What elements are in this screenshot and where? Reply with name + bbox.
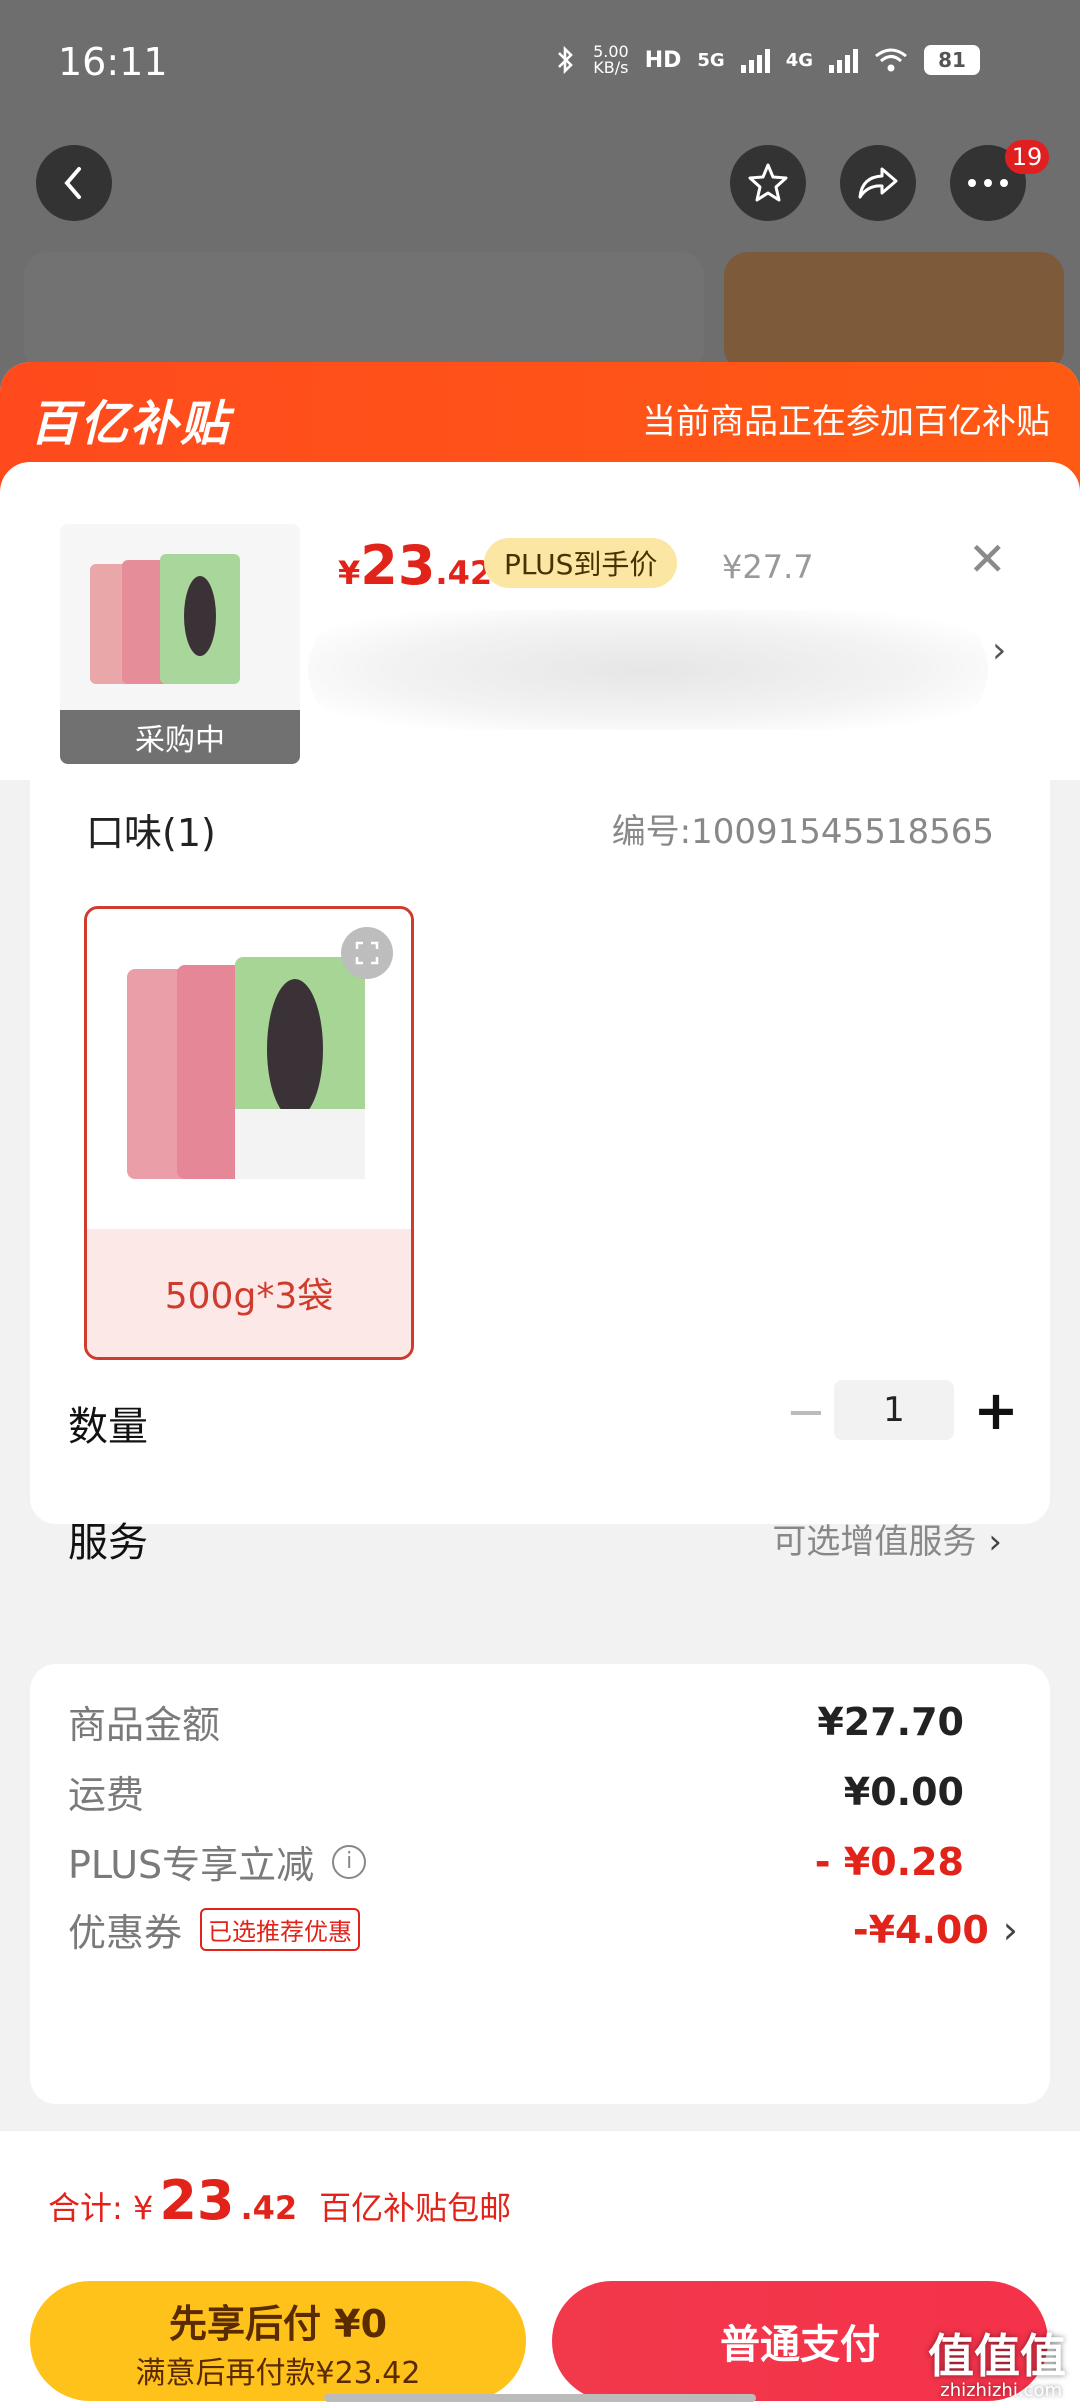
chevron-right-icon: ›	[988, 1522, 1002, 1562]
chevron-right-icon[interactable]: ›	[992, 630, 1006, 671]
subsidy-logo: 百亿补贴	[30, 396, 231, 452]
star-icon	[748, 163, 788, 202]
home-indicator[interactable]	[324, 2394, 756, 2402]
quantity-plus-button[interactable]: +	[966, 1379, 1026, 1442]
signal-icon-2	[829, 47, 858, 73]
summary-row-shipping: 运费 ¥0.00	[68, 1769, 964, 1818]
status-icons: 5.00 KB/s HD 5G 4G 81	[555, 44, 980, 76]
original-price: ¥27.7	[722, 548, 814, 586]
product-thumbnail[interactable]: 采购中	[60, 524, 300, 764]
summary-row-coupon[interactable]: 优惠券 已选推荐优惠 -¥4.00 ›	[68, 1902, 1018, 1957]
subsidy-description: 当前商品正在参加百亿补贴	[642, 402, 1050, 442]
expand-icon[interactable]	[341, 927, 393, 979]
summary-row-plus-discount: PLUS专享立减 i - ¥0.28	[68, 1839, 964, 1888]
favorite-button[interactable]	[730, 145, 806, 221]
spec-option-label: 500g*3袋	[87, 1229, 411, 1357]
watermark-logo: 值值值	[928, 2329, 1066, 2383]
status-bar: 16:11 5.00 KB/s HD 5G 4G 81	[0, 0, 1080, 120]
flavor-title: 口味(1)	[86, 811, 216, 855]
battery-icon: 81	[924, 45, 980, 75]
service-selector[interactable]: 可选增值服务 ›	[772, 1514, 1002, 1563]
chevron-left-icon	[64, 167, 81, 199]
status-time: 16:11	[58, 40, 168, 84]
chevron-right-icon: ›	[1002, 1907, 1018, 1952]
product-title-blurred	[308, 610, 988, 730]
pay-later-button[interactable]: 先享后付 ¥0 满意后再付款¥23.42	[30, 2281, 526, 2401]
share-icon	[858, 167, 898, 199]
background-card	[24, 252, 704, 372]
product-number: 编号:10091545518565	[611, 812, 994, 852]
signal-icon	[740, 47, 770, 73]
close-icon[interactable]: ✕	[968, 532, 1007, 586]
hd-icon: HD	[644, 47, 682, 73]
network-speed: 5.00 KB/s	[593, 42, 629, 77]
watermark-url: zhizhizhi.com	[940, 2380, 1062, 2401]
coupon-tag: 已选推荐优惠	[200, 1908, 361, 1951]
purchase-sheet: 百亿补贴 当前商品正在参加百亿补贴 采购中 ¥23.42 PLUS到手价 ¥27…	[0, 362, 1080, 2408]
product-header: 采购中 ¥23.42 PLUS到手价 ¥27.7 ✕ ›	[0, 462, 1080, 780]
more-badge: 19	[1005, 140, 1049, 174]
service-label: 服务	[68, 1520, 148, 1566]
more-dots-icon	[968, 179, 1008, 187]
total-amount: 合计: ¥23.42 百亿补贴包邮	[48, 2169, 512, 2232]
wifi-icon	[875, 48, 907, 72]
product-price: ¥23.42	[338, 534, 493, 597]
spec-option-selected[interactable]: 500g*3袋	[84, 906, 414, 1360]
plus-price-tag: PLUS到手价	[484, 538, 678, 588]
back-button[interactable]	[36, 145, 112, 221]
net-4g-label: 4G	[785, 49, 813, 71]
summary-row-goods: 商品金额 ¥27.70	[68, 1699, 964, 1748]
product-image	[90, 554, 240, 684]
checkout-footer: 合计: ¥23.42 百亿补贴包邮 先享后付 ¥0 满意后再付款¥23.42 普通…	[0, 2130, 1080, 2408]
info-icon[interactable]: i	[332, 1844, 367, 1879]
background-promo-card	[724, 252, 1064, 372]
bluetooth-icon	[558, 45, 573, 75]
price-summary: 商品金额 ¥27.70 运费 ¥0.00 PLUS专享立减 i - ¥0.28 优…	[30, 1664, 1050, 2104]
quantity-input[interactable]: 1	[834, 1380, 954, 1440]
net-5g-label: 5G	[697, 49, 725, 71]
spec-card: 口味(1) 编号:10091545518565 500g*3袋 数量 − 1 +…	[30, 780, 1050, 1566]
share-button[interactable]	[840, 145, 916, 221]
purchasing-tag: 采购中	[60, 710, 300, 764]
quantity-minus-button[interactable]: −	[778, 1384, 834, 1440]
quantity-label: 数量	[68, 1404, 148, 1450]
